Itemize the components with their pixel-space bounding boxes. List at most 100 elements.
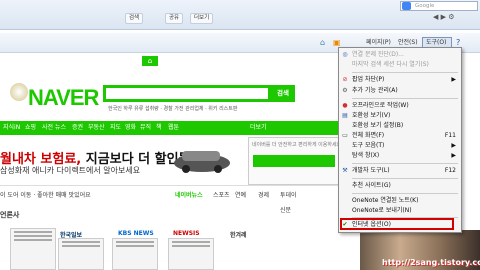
popup-block-icon: ⊘	[342, 76, 348, 83]
share-button-label: 공유	[169, 15, 180, 21]
naver-logo-mark	[10, 83, 28, 101]
menu-item-send-onenote[interactable]: OneNote로 보내기(N)	[352, 206, 460, 216]
dev-tools-icon: ⚒	[342, 167, 348, 174]
news-logo[interactable]: 한겨레	[230, 230, 247, 239]
compat-view-icon: ▤	[342, 112, 348, 119]
menu-item-label: 호환성 보기 설정(B)	[352, 122, 404, 129]
login-button[interactable]	[253, 155, 335, 167]
menu-item-label: OneNote 연결된 노트(K)	[352, 197, 419, 204]
home-icon[interactable]: ⌂	[320, 38, 325, 47]
google-icon	[402, 2, 411, 10]
menu-item-dev-tools[interactable]: 개발자 도구(L) F12	[352, 166, 460, 176]
menu-item-compat-settings[interactable]: 호환성 보기 설정(B)	[352, 121, 460, 131]
submenu-arrow-icon: ▶	[451, 76, 456, 83]
menu-item-label: 추가 기능 관리(A)	[352, 87, 398, 94]
menu-separator	[352, 163, 458, 164]
menu-item-label: 호환성 보기(V)	[352, 112, 391, 119]
share-button[interactable]: 공유	[165, 13, 184, 24]
menu-item-label: 개발자 도구(L)	[352, 167, 390, 174]
fullscreen-icon: ▭	[342, 132, 348, 139]
news-thumb[interactable]	[112, 238, 158, 270]
addons-icon: ⚙	[342, 87, 348, 94]
submenu-arrow-icon: ▶	[451, 152, 456, 159]
section-tab[interactable]: 경제	[258, 190, 269, 199]
search-button[interactable]: 검색	[125, 13, 144, 24]
section-tab[interactable]: 연예	[235, 190, 246, 199]
safety-menu-label: 안전(S)	[398, 39, 418, 46]
feed-icon[interactable]: ▣	[333, 38, 341, 47]
nav-item[interactable]: 웹툰	[168, 123, 179, 133]
menu-item-label: 추천 사이트(G)	[352, 182, 391, 189]
menu-separator	[352, 98, 458, 99]
ad-subline[interactable]: 삼성화재 애니카 다이렉트에서 알아보세요	[0, 165, 140, 176]
left-caption: 이 도어 이동 · 좋아한 매매 맛있어요	[0, 192, 91, 199]
offline-icon: ●	[342, 102, 348, 109]
naver-logo[interactable]: NAVER	[28, 85, 99, 111]
news-logo[interactable]: NEWSIS	[173, 230, 200, 237]
news-thumb[interactable]	[10, 228, 56, 270]
section-tab[interactable]: 네이버뉴스	[175, 190, 203, 199]
menu-separator	[352, 72, 458, 73]
google-search-input[interactable]: Google	[400, 1, 478, 11]
naver-search-input[interactable]	[103, 85, 271, 102]
login-panel: 네이버를 더 안전하고 편리하게 이용하세요	[248, 137, 342, 185]
menu-item-label: 전체 화면(F)	[352, 132, 385, 139]
menu-item-popup-blocker[interactable]: 팝업 차단(P) ▶	[352, 75, 460, 85]
shortcut-label: F12	[444, 167, 456, 174]
nav-item[interactable]: 지도	[110, 123, 121, 133]
menu-item-label: OneNote로 보내기(N)	[352, 207, 412, 214]
menu-item-explorer-bars[interactable]: 탐색 창(X) ▶	[352, 151, 460, 161]
car-image[interactable]	[172, 143, 232, 175]
menu-separator	[352, 178, 458, 179]
nav-item[interactable]: 뉴스	[55, 123, 66, 133]
menu-item-label: 연결 문제 진단(D)...	[352, 51, 404, 58]
watermark: http://2sang.tistory.com/	[382, 258, 480, 267]
press-label: 언론사	[0, 211, 20, 219]
nav-item[interactable]: 부동산	[88, 123, 105, 133]
search-arrows-icon[interactable]: ◀ ▶ ⚙	[433, 13, 473, 24]
nav-item[interactable]: 영화	[125, 123, 136, 133]
menu-item-fullscreen[interactable]: 전체 화면(F) F11	[352, 131, 460, 141]
menu-item-suggested-sites[interactable]: 추천 사이트(G)	[352, 181, 460, 191]
help-icon[interactable]: ?	[456, 38, 460, 47]
menu-item-label: 도구 모음(T)	[352, 142, 385, 149]
news-logo[interactable]: KBS NEWS	[118, 230, 154, 237]
menu-item-label: 오프라인으로 작업(W)	[352, 102, 409, 109]
newspaper-label: 신문	[280, 207, 292, 214]
today-label: 투데이	[280, 192, 297, 199]
naver-home-icon[interactable]: ⌂	[142, 56, 158, 66]
menu-item-reopen-session[interactable]: 마지막 검색 세션 다시 열기(S)	[352, 60, 460, 70]
menu-item-compat-view[interactable]: 호환성 보기(V)	[352, 111, 460, 121]
search-hint[interactable]: 한국인 하루 유류 섭취량 · 경찰 가전 관리업체 · 위키 리스트판	[108, 105, 237, 112]
page-menu-label: 페이지(P)	[366, 39, 391, 46]
menu-separator	[352, 193, 458, 194]
divider	[0, 185, 340, 186]
menu-item-label: 탐색 창(X)	[352, 152, 380, 159]
naver-search-button[interactable]: 검색	[271, 85, 295, 102]
more-button[interactable]: 더보기	[190, 13, 214, 24]
menu-item-onenote-linked[interactable]: OneNote 연결된 노트(K)	[352, 196, 460, 206]
menu-item-toolbars[interactable]: 도구 모음(T) ▶	[352, 141, 460, 151]
nav-item[interactable]: 증권	[72, 123, 83, 133]
shortcut-label: F11	[444, 132, 456, 139]
news-thumb[interactable]	[168, 238, 214, 270]
nav-item[interactable]: 더보기	[250, 123, 267, 133]
diagnose-icon: ◎	[342, 51, 348, 58]
menu-item-diagnose[interactable]: 연결 문제 진단(D)...	[352, 50, 460, 60]
more-button-label: 더보기	[194, 15, 210, 21]
nav-item[interactable]: 사전	[42, 123, 53, 133]
menu-item-manage-addons[interactable]: 추가 기능 관리(A)	[352, 86, 460, 96]
nav-item[interactable]: 쇼핑	[25, 123, 36, 133]
news-thumb[interactable]	[58, 238, 104, 270]
menu-item-work-offline[interactable]: 오프라인으로 작업(W)	[352, 101, 460, 111]
nav-item[interactable]: 뮤직	[140, 123, 151, 133]
submenu-arrow-icon: ▶	[451, 142, 456, 149]
google-placeholder: Google	[415, 3, 435, 9]
login-hint: 네이버를 더 안전하고 편리하게 이용하세요	[252, 142, 342, 148]
highlight-box	[340, 218, 454, 230]
nav-item[interactable]: 책	[156, 123, 162, 133]
menu-item-label: 팝업 차단(P)	[352, 76, 385, 83]
tools-menu-label: 도구(O)	[426, 39, 447, 46]
nav-item[interactable]: 지식iN	[3, 123, 20, 133]
section-tab[interactable]: 스포츠	[213, 190, 230, 199]
